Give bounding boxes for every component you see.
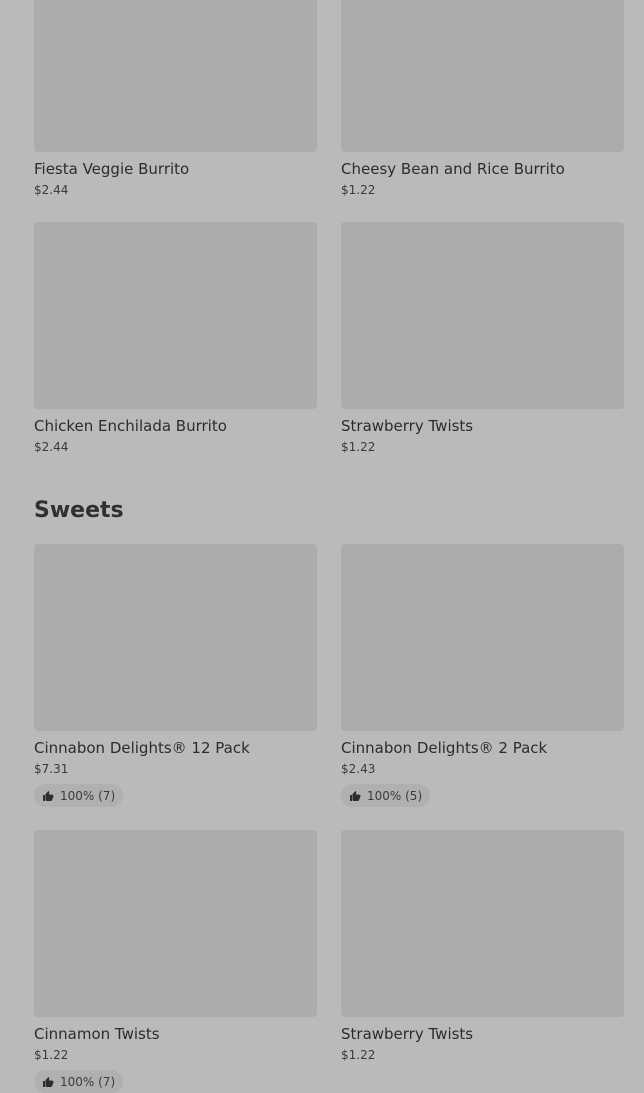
item-name: Strawberry Twists — [341, 1025, 474, 1043]
menu-item-card[interactable]: Fiesta Veggie Burrito $2.44 — [34, 0, 317, 198]
item-image[interactable] — [341, 830, 624, 1017]
menu-item-card[interactable]: Chicken Enchilada Burrito $2.44 — [34, 222, 317, 455]
rating-text: 100% (7) — [60, 788, 116, 803]
rating-text: 100% (5) — [367, 788, 423, 803]
item-name: Chicken Enchilada Burrito — [34, 417, 227, 435]
item-price: $2.44 — [34, 183, 69, 197]
item-image[interactable] — [34, 544, 317, 731]
menu-item-card[interactable]: Strawberry Twists $1.22 — [341, 222, 624, 455]
rating-badge: 100% (5) — [341, 784, 431, 807]
item-price: $2.44 — [34, 440, 69, 454]
menu-item-card[interactable]: Strawberry Twists $1.22 — [341, 830, 624, 1063]
item-price: $1.22 — [341, 183, 376, 197]
item-price: $1.22 — [34, 1048, 69, 1062]
item-image[interactable] — [34, 222, 317, 409]
item-price: $7.31 — [34, 762, 69, 776]
section-title: Sweets — [34, 498, 124, 523]
menu-item-card[interactable]: Cinnabon Delights® 2 Pack $2.43 100% (5) — [341, 544, 624, 807]
item-name: Cinnabon Delights® 2 Pack — [341, 739, 548, 757]
item-image[interactable] — [34, 0, 317, 152]
menu-item-card[interactable]: Cheesy Bean and Rice Burrito $1.22 — [341, 0, 624, 198]
item-name: Fiesta Veggie Burrito — [34, 160, 190, 178]
thumbs-up-icon — [350, 790, 361, 801]
item-name: Strawberry Twists — [341, 417, 474, 435]
item-price: $1.22 — [341, 1048, 376, 1062]
menu-item-card[interactable]: Cinnamon Twists $1.22 100% (7) — [34, 830, 317, 1093]
item-price: $2.43 — [341, 762, 376, 776]
item-name: Cheesy Bean and Rice Burrito — [341, 160, 565, 178]
item-image[interactable] — [341, 0, 624, 152]
thumbs-up-icon — [43, 790, 54, 801]
item-price: $1.22 — [341, 440, 376, 454]
item-image[interactable] — [34, 830, 317, 1017]
item-image[interactable] — [341, 222, 624, 409]
menu-item-card[interactable]: Cinnabon Delights® 12 Pack $7.31 100% (7… — [34, 544, 317, 807]
item-name: Cinnabon Delights® 12 Pack — [34, 739, 250, 757]
rating-badge: 100% (7) — [34, 784, 124, 807]
item-name: Cinnamon Twists — [34, 1025, 160, 1043]
item-image[interactable] — [341, 544, 624, 731]
